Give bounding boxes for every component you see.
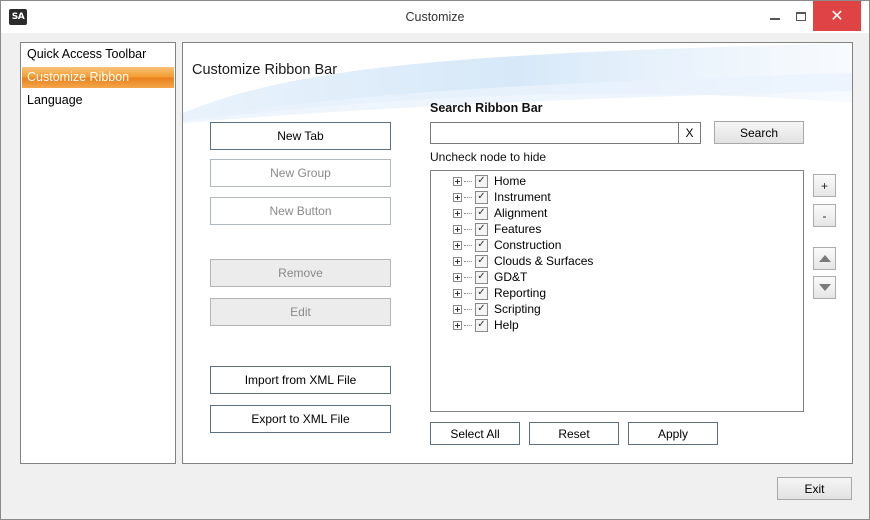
minimize-button[interactable]	[761, 1, 789, 31]
expand-icon[interactable]	[453, 256, 462, 266]
expand-icon[interactable]	[453, 176, 462, 186]
minimize-icon	[770, 18, 780, 20]
node-checkbox[interactable]: ✓	[475, 190, 488, 204]
edit-button[interactable]: Edit	[210, 298, 391, 326]
tree-node-home[interactable]: ✓ Home	[453, 173, 526, 189]
clear-search-button[interactable]: X	[678, 122, 701, 144]
expand-icon[interactable]	[453, 272, 462, 282]
search-button[interactable]: Search	[714, 121, 804, 144]
nav-item-language[interactable]: Language	[22, 90, 174, 111]
window-title: Customize	[405, 10, 465, 24]
tree-node-reporting[interactable]: ✓ Reporting	[453, 285, 546, 301]
expand-icon[interactable]	[453, 224, 462, 234]
node-label: Scripting	[494, 302, 541, 316]
search-input[interactable]	[430, 122, 679, 144]
node-label: Clouds & Surfaces	[494, 254, 594, 268]
move-down-button[interactable]	[813, 276, 836, 299]
close-icon: ✕	[830, 6, 844, 25]
apply-button[interactable]: Apply	[628, 422, 718, 445]
node-label: Home	[494, 174, 527, 188]
reset-button[interactable]: Reset	[529, 422, 619, 445]
expand-icon[interactable]	[453, 240, 462, 250]
expand-icon[interactable]	[453, 192, 462, 202]
new-group-button[interactable]: New Group	[210, 159, 391, 187]
node-label: Features	[494, 222, 542, 236]
select-all-button[interactable]: Select All	[430, 422, 520, 445]
nav-item-quick-access-toolbar[interactable]: Quick Access Toolbar	[22, 44, 174, 65]
move-up-button[interactable]	[813, 247, 836, 270]
node-checkbox[interactable]: ✓	[475, 222, 488, 236]
tree-node-clouds-surfaces[interactable]: ✓ Clouds & Surfaces	[453, 253, 593, 269]
tree-node-alignment[interactable]: ✓ Alignment	[453, 205, 547, 221]
export-xml-button[interactable]: Export to XML File	[210, 405, 391, 433]
node-label: Instrument	[494, 190, 551, 204]
node-label: Alignment	[494, 206, 548, 220]
add-node-button[interactable]: +	[813, 174, 836, 197]
expand-icon[interactable]	[453, 320, 462, 330]
node-checkbox[interactable]: ✓	[475, 254, 488, 268]
remove-node-button[interactable]: -	[813, 204, 836, 227]
customize-window: SA Customize ✕ Quick Access Toolbar Cust…	[0, 0, 870, 520]
exit-button[interactable]: Exit	[777, 477, 852, 500]
panel-title: Customize Ribbon Bar	[192, 62, 338, 78]
tree-node-instrument[interactable]: ✓ Instrument	[453, 189, 551, 205]
arrow-down-icon	[818, 284, 831, 291]
remove-button[interactable]: Remove	[210, 259, 391, 287]
new-tab-button[interactable]: New Tab	[210, 122, 391, 150]
arrow-up-icon	[818, 255, 831, 262]
node-checkbox[interactable]: ✓	[475, 286, 488, 300]
expand-icon[interactable]	[453, 288, 462, 298]
node-checkbox[interactable]: ✓	[475, 270, 488, 284]
import-xml-button[interactable]: Import from XML File	[210, 366, 391, 394]
category-list: Quick Access Toolbar Customize Ribbon La…	[20, 42, 176, 464]
node-checkbox[interactable]: ✓	[475, 206, 488, 220]
tree-hint: Uncheck node to hide	[430, 150, 547, 164]
node-checkbox[interactable]: ✓	[475, 238, 488, 252]
node-checkbox[interactable]: ✓	[475, 174, 488, 188]
title-bar[interactable]: SA Customize ✕	[1, 1, 869, 33]
tree-node-gdt[interactable]: ✓ GD&T	[453, 269, 527, 285]
tree-node-construction[interactable]: ✓ Construction	[453, 237, 561, 253]
maximize-button[interactable]	[787, 1, 815, 31]
new-button-button[interactable]: New Button	[210, 197, 391, 225]
ribbon-tree[interactable]: ✓ Home ✓ Instrument ✓ Alignment ✓ Featur…	[430, 170, 804, 412]
maximize-icon	[796, 11, 806, 21]
node-label: Reporting	[494, 286, 547, 300]
tree-node-help[interactable]: ✓ Help	[453, 317, 519, 333]
node-label: Help	[494, 318, 519, 332]
node-checkbox[interactable]: ✓	[475, 318, 488, 332]
nav-item-customize-ribbon[interactable]: Customize Ribbon	[22, 67, 174, 88]
tree-node-features[interactable]: ✓ Features	[453, 221, 541, 237]
tree-node-scripting[interactable]: ✓ Scripting	[453, 301, 541, 317]
expand-icon[interactable]	[453, 208, 462, 218]
node-checkbox[interactable]: ✓	[475, 302, 488, 316]
expand-icon[interactable]	[453, 304, 462, 314]
search-heading: Search Ribbon Bar	[430, 101, 543, 115]
close-button[interactable]: ✕	[813, 1, 861, 31]
node-label: Construction	[494, 238, 562, 252]
node-label: GD&T	[494, 270, 528, 284]
